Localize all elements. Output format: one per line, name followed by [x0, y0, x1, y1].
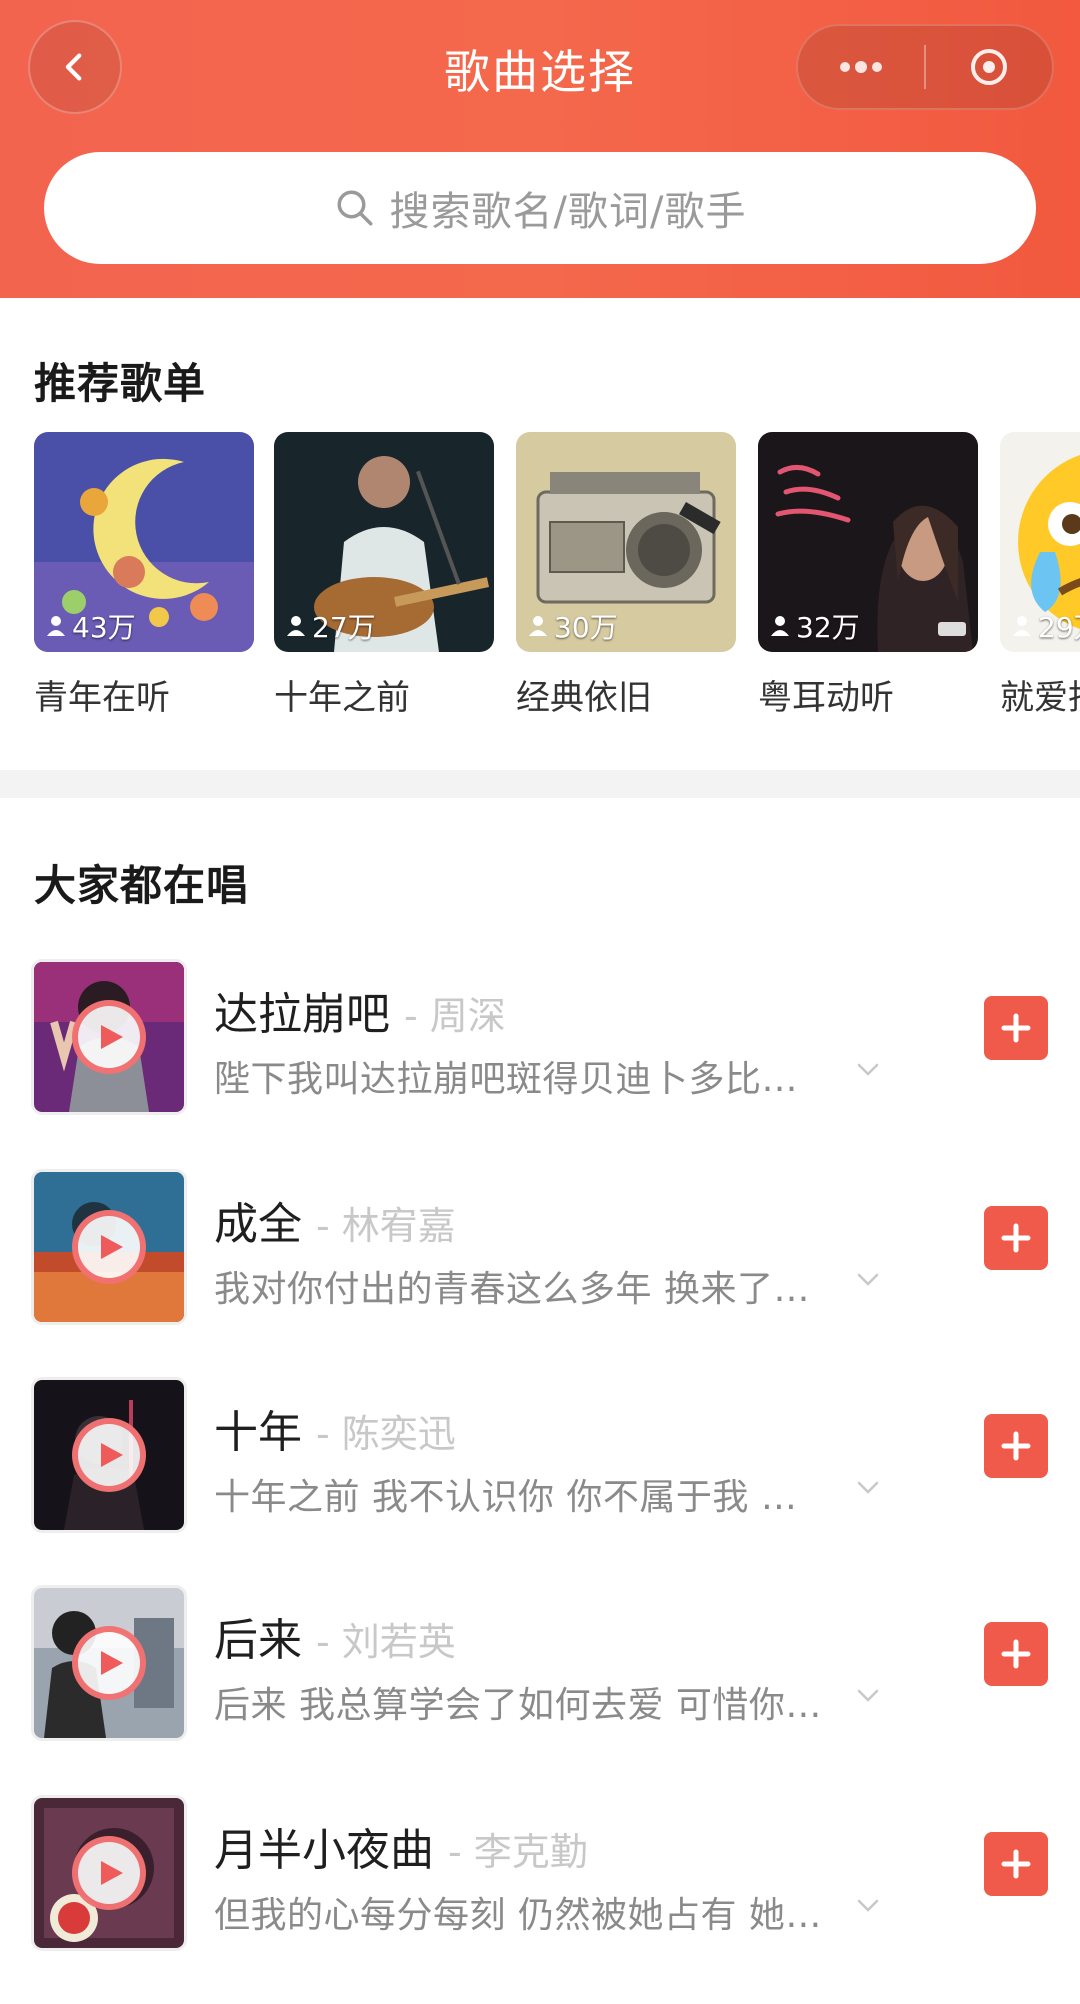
song-artist: - 李克勤: [448, 1830, 588, 1874]
playlist-card[interactable]: 30万 经典依旧: [516, 432, 736, 719]
play-icon: [100, 1025, 123, 1049]
search-icon: [337, 190, 373, 226]
listener-count: 29万: [1012, 606, 1080, 646]
user-icon: [529, 616, 547, 636]
song-title: 成全: [214, 1199, 302, 1250]
chevron-down-icon[interactable]: [856, 1688, 880, 1704]
song-cover[interactable]: [34, 962, 184, 1112]
song-title-line: 后来 - 刘若英: [214, 1604, 456, 1668]
plus-icon: [1001, 1223, 1031, 1253]
playlist-cover: 32万: [758, 432, 978, 652]
playlist-card[interactable]: 27万 十年之前: [274, 432, 494, 719]
play-icon: [100, 1235, 123, 1259]
song-lyric: 但我的心每分每刻 仍然被她占有 她…: [214, 1895, 822, 1936]
chevron-down-icon[interactable]: [856, 1898, 880, 1914]
song-cover[interactable]: [34, 1798, 184, 1948]
song-artist: - 林宥嘉: [316, 1204, 456, 1248]
playlist-carousel[interactable]: 43万 青年在听 27万 十年之前 30万 经典依旧 32万 粤耳动听 29 就…: [0, 432, 1080, 732]
song-cover[interactable]: [34, 1172, 184, 1322]
plus-icon: [1001, 1013, 1031, 1043]
chevron-down-icon[interactable]: [856, 1272, 880, 1288]
play-icon: [100, 1651, 123, 1675]
playlist-card[interactable]: 29万 就爱抖: [1000, 432, 1080, 719]
song-artist: - 周深: [404, 994, 506, 1038]
song-artist: - 刘若英: [316, 1620, 456, 1664]
playlist-cover: 43万: [34, 432, 254, 652]
song-row[interactable]: 月半小夜曲 - 李克勤 但我的心每分每刻 仍然被她占有 她…: [0, 1786, 1080, 1956]
listener-count: 30万: [528, 606, 618, 646]
song-title: 十年: [214, 1407, 302, 1458]
section-title-songs: 大家都在唱: [34, 861, 250, 910]
play-icon: [100, 1861, 123, 1885]
playlist-cover: 29万: [1000, 432, 1080, 652]
header: 歌曲选择 搜索歌名/歌词/歌手: [0, 0, 1080, 298]
add-song-button[interactable]: [984, 1206, 1048, 1270]
close-button[interactable]: [926, 26, 1052, 108]
user-icon: [47, 616, 65, 636]
song-artist: - 陈奕迅: [316, 1412, 456, 1456]
song-title-line: 成全 - 林宥嘉: [214, 1188, 456, 1252]
playlist-card[interactable]: 43万 青年在听: [34, 432, 254, 719]
song-row[interactable]: 十年 - 陈奕迅 十年之前 我不认识你 你不属于我 …: [0, 1368, 1080, 1538]
play-button[interactable]: [72, 1626, 146, 1700]
user-icon: [771, 616, 789, 636]
plus-icon: [1001, 1639, 1031, 1669]
song-title: 月半小夜曲: [214, 1825, 434, 1876]
playlist-cover: 30万: [516, 432, 736, 652]
user-icon: [1013, 616, 1031, 636]
song-row[interactable]: 后来 - 刘若英 后来 我总算学会了如何去爱 可惜你…: [0, 1576, 1080, 1746]
playlist-name: 就爱抖: [1000, 678, 1080, 718]
add-song-button[interactable]: [984, 1832, 1048, 1896]
chevron-down-icon[interactable]: [856, 1062, 880, 1078]
play-button[interactable]: [72, 1210, 146, 1284]
play-button[interactable]: [72, 1418, 146, 1492]
song-cover[interactable]: [34, 1588, 184, 1738]
more-button[interactable]: [798, 26, 924, 108]
chevron-down-icon[interactable]: [856, 1480, 880, 1496]
section-divider: [0, 770, 1080, 798]
playlist-name: 十年之前: [274, 678, 410, 718]
playlist-name: 经典依旧: [516, 678, 652, 718]
song-title: 后来: [214, 1615, 302, 1666]
playlist-name: 青年在听: [34, 678, 170, 718]
user-icon: [287, 616, 305, 636]
add-song-button[interactable]: [984, 1622, 1048, 1686]
playlist-name: 粤耳动听: [758, 678, 894, 718]
add-song-button[interactable]: [984, 1414, 1048, 1478]
add-song-button[interactable]: [984, 996, 1048, 1060]
plus-icon: [1001, 1849, 1031, 1879]
song-lyric: 十年之前 我不认识你 你不属于我 …: [214, 1477, 798, 1518]
play-icon: [100, 1443, 123, 1467]
song-lyric: 我对你付出的青春这么多年 换来了…: [214, 1269, 810, 1310]
search-input[interactable]: 搜索歌名/歌词/歌手: [44, 152, 1036, 264]
close-circle-icon: [971, 49, 1007, 85]
song-title-line: 达拉崩吧 - 周深: [214, 978, 506, 1042]
song-cover[interactable]: [34, 1380, 184, 1530]
play-button[interactable]: [72, 1836, 146, 1910]
listener-count: 32万: [770, 606, 860, 646]
mini-program-capsule[interactable]: [796, 24, 1054, 110]
playlist-card[interactable]: 32万 粤耳动听: [758, 432, 978, 719]
song-lyric: 后来 我总算学会了如何去爱 可惜你…: [214, 1685, 822, 1726]
playlist-cover: 27万: [274, 432, 494, 652]
song-lyric: 陛下我叫达拉崩吧斑得贝迪卜多比…: [214, 1059, 799, 1100]
song-row[interactable]: 成全 - 林宥嘉 我对你付出的青春这么多年 换来了…: [0, 1160, 1080, 1330]
listener-count: 27万: [286, 606, 376, 646]
section-title-playlists: 推荐歌单: [34, 359, 207, 408]
song-title: 达拉崩吧: [214, 989, 390, 1040]
song-title-line: 月半小夜曲 - 李克勤: [214, 1814, 588, 1878]
play-button[interactable]: [72, 1000, 146, 1074]
more-icon: [840, 61, 882, 73]
song-row[interactable]: 达拉崩吧 - 周深 陛下我叫达拉崩吧斑得贝迪卜多比…: [0, 950, 1080, 1120]
listener-count: 43万: [46, 606, 136, 646]
search-placeholder: 搜索歌名/歌词/歌手: [389, 189, 747, 235]
song-title-line: 十年 - 陈奕迅: [214, 1396, 456, 1460]
plus-icon: [1001, 1431, 1031, 1461]
